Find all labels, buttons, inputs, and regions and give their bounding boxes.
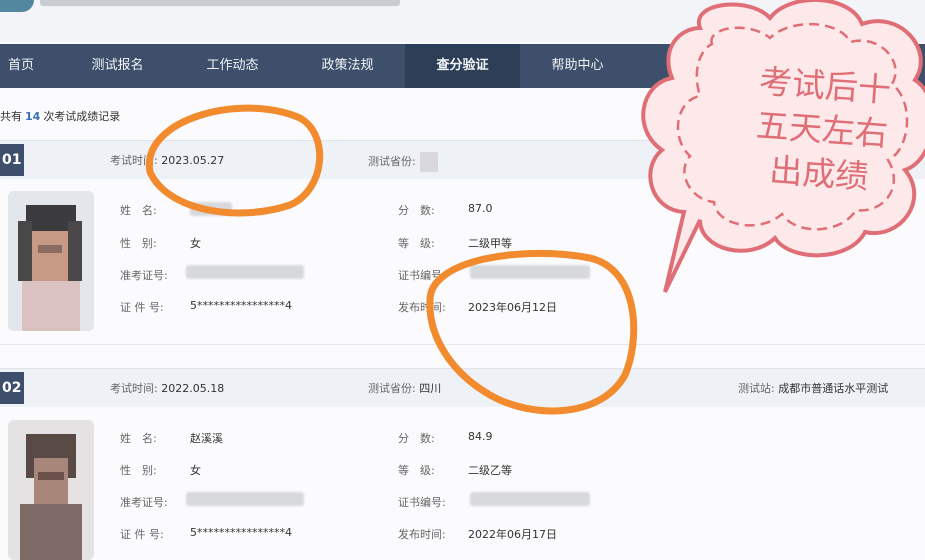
site-header — [0, 0, 925, 42]
gender-value: 女 — [190, 464, 201, 477]
province-label: 测试省份: — [368, 155, 416, 168]
summary-prefix: 共有 — [0, 110, 22, 123]
summary-suffix: 次考试成绩记录 — [43, 110, 121, 123]
candidate-photo — [8, 420, 94, 560]
record-count: 14 — [25, 110, 41, 123]
name-label: 姓 名: — [120, 204, 157, 217]
id-label: 证 件 号: — [120, 528, 164, 541]
record-number: 02 — [0, 372, 24, 404]
gender-value: 女 — [190, 237, 201, 250]
gender-label: 性 别: — [120, 464, 157, 477]
score-label: 分 数: — [398, 432, 435, 445]
exam-time-value: 2023.05.27 — [161, 154, 225, 167]
score-value: 84.9 — [468, 430, 493, 443]
release-value: 2023年06月12日 — [468, 301, 557, 314]
nav-home[interactable]: 首页 — [0, 44, 60, 88]
redacted-cert — [470, 492, 590, 506]
station-label: 测试站: — [738, 382, 775, 395]
redacted-ticket — [186, 265, 304, 279]
score-value: 87.0 — [468, 202, 493, 215]
station-value: 成都市普通话水平测试 — [778, 382, 889, 395]
redacted-name — [190, 202, 232, 216]
record-divider — [0, 344, 925, 345]
nav-score-verification[interactable]: 查分验证 — [405, 44, 520, 88]
test-station: 测试站: 成都市普通话水平测试 — [738, 380, 888, 396]
redacted-cert — [470, 265, 590, 279]
nav-work-news[interactable]: 工作动态 — [175, 44, 290, 88]
province-value: 四川 — [419, 382, 442, 395]
record-number: 01 — [0, 144, 24, 176]
id-label: 证 件 号: — [120, 301, 164, 314]
grade-label: 等 级: — [398, 464, 435, 477]
ticket-label: 准考证号: — [120, 496, 168, 509]
exam-time-value: 2022.05.18 — [161, 382, 225, 395]
exam-time-label: 考试时间: — [110, 154, 158, 167]
score-label: 分 数: — [398, 204, 435, 217]
cert-label: 证书编号: — [398, 269, 446, 282]
test-province: 测试省份: — [368, 152, 438, 172]
release-label: 发布时间: — [398, 301, 446, 314]
ticket-label: 准考证号: — [120, 269, 168, 282]
site-title-strip — [40, 0, 400, 6]
grade-value: 二级乙等 — [468, 464, 512, 477]
redacted-province — [419, 152, 438, 172]
test-province: 测试省份: 四川 — [368, 380, 441, 396]
province-label: 测试省份: — [368, 382, 416, 395]
candidate-photo — [8, 191, 94, 331]
exam-time-label: 考试时间: — [110, 382, 158, 395]
nav-help-center[interactable]: 帮助中心 — [520, 44, 635, 88]
grade-value: 二级甲等 — [468, 237, 512, 250]
release-value: 2022年06月17日 — [468, 528, 557, 541]
site-logo — [0, 0, 34, 12]
redacted-ticket — [186, 492, 304, 506]
exam-time: 考试时间: 2022.05.18 — [110, 380, 224, 396]
id-value: 5****************4 — [190, 299, 292, 312]
score-record: 02 考试时间: 2022.05.18 测试省份: 四川 测试站: 成都市普通话… — [0, 368, 925, 560]
cert-label: 证书编号: — [398, 496, 446, 509]
callout-text: 考试后十 五天左右 出成绩 — [718, 57, 925, 203]
nav-policies[interactable]: 政策法规 — [290, 44, 405, 88]
grade-label: 等 级: — [398, 237, 435, 250]
name-value: 赵溪溪 — [190, 432, 223, 445]
gender-label: 性 别: — [120, 237, 157, 250]
exam-time: 考试时间: 2023.05.27 — [110, 152, 224, 168]
nav-test-registration[interactable]: 测试报名 — [60, 44, 175, 88]
name-label: 姓 名: — [120, 432, 157, 445]
record-header: 02 考试时间: 2022.05.18 测试省份: 四川 测试站: 成都市普通话… — [0, 368, 925, 407]
record-summary: 共有 14 次考试成绩记录 — [0, 108, 120, 124]
id-value: 5****************4 — [190, 526, 292, 539]
release-label: 发布时间: — [398, 528, 446, 541]
